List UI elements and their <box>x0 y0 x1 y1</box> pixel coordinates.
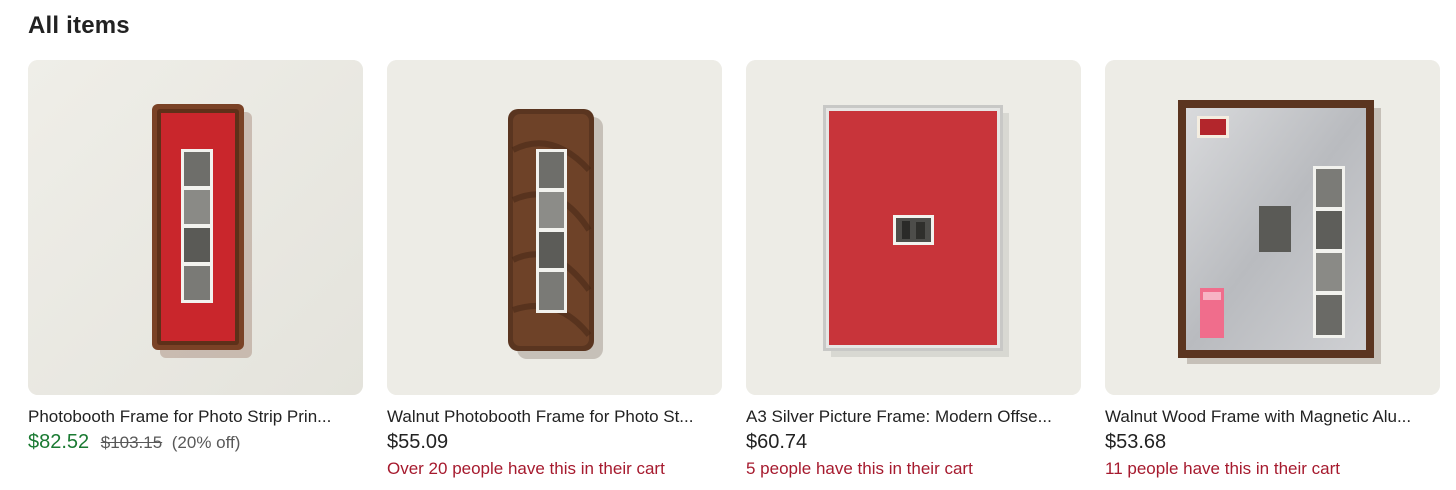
price-row: $53.68 <box>1105 430 1440 454</box>
cart-demand-note: 11 people have this in their cart <box>1105 459 1340 478</box>
sale-price: $82.52 <box>28 431 90 453</box>
listing-image[interactable] <box>1105 60 1440 395</box>
silver-a3-frame-image <box>746 60 1081 395</box>
listing-title[interactable]: Photobooth Frame for Photo Strip Prin... <box>28 407 363 427</box>
price-row: $60.74 <box>746 430 1081 454</box>
listing-image[interactable] <box>28 60 363 395</box>
listing-card[interactable]: Walnut Photobooth Frame for Photo St... … <box>387 60 722 479</box>
cart-demand-note: Over 20 people have this in their cart <box>387 459 665 478</box>
listing-card[interactable]: Walnut Wood Frame with Magnetic Alu... $… <box>1105 60 1440 479</box>
listing-grid: Photobooth Frame for Photo Strip Prin...… <box>28 60 1440 479</box>
walnut-photostrip-frame-image <box>387 60 722 395</box>
listing-image[interactable] <box>746 60 1081 395</box>
listing-card[interactable]: Photobooth Frame for Photo Strip Prin...… <box>28 60 363 479</box>
section-heading: All items <box>28 12 130 39</box>
listing-title[interactable]: Walnut Wood Frame with Magnetic Alu... <box>1105 407 1440 427</box>
cart-demand-note: 5 people have this in their cart <box>746 459 973 478</box>
listing-title[interactable]: A3 Silver Picture Frame: Modern Offse... <box>746 407 1081 427</box>
price: $53.68 <box>1105 431 1167 453</box>
price: $55.09 <box>387 431 449 453</box>
price-row: $82.52 $103.15 (20% off) <box>28 430 363 455</box>
discount-label: (20% off) <box>171 433 241 452</box>
red-photostrip-frame-image <box>28 60 363 395</box>
price: $60.74 <box>746 431 808 453</box>
walnut-magnetic-aluminium-frame-image <box>1105 60 1440 395</box>
price-row: $55.09 <box>387 430 722 454</box>
listing-card[interactable]: A3 Silver Picture Frame: Modern Offse...… <box>746 60 1081 479</box>
listing-title[interactable]: Walnut Photobooth Frame for Photo St... <box>387 407 722 427</box>
listing-image[interactable] <box>387 60 722 395</box>
original-price: $103.15 <box>100 433 163 452</box>
